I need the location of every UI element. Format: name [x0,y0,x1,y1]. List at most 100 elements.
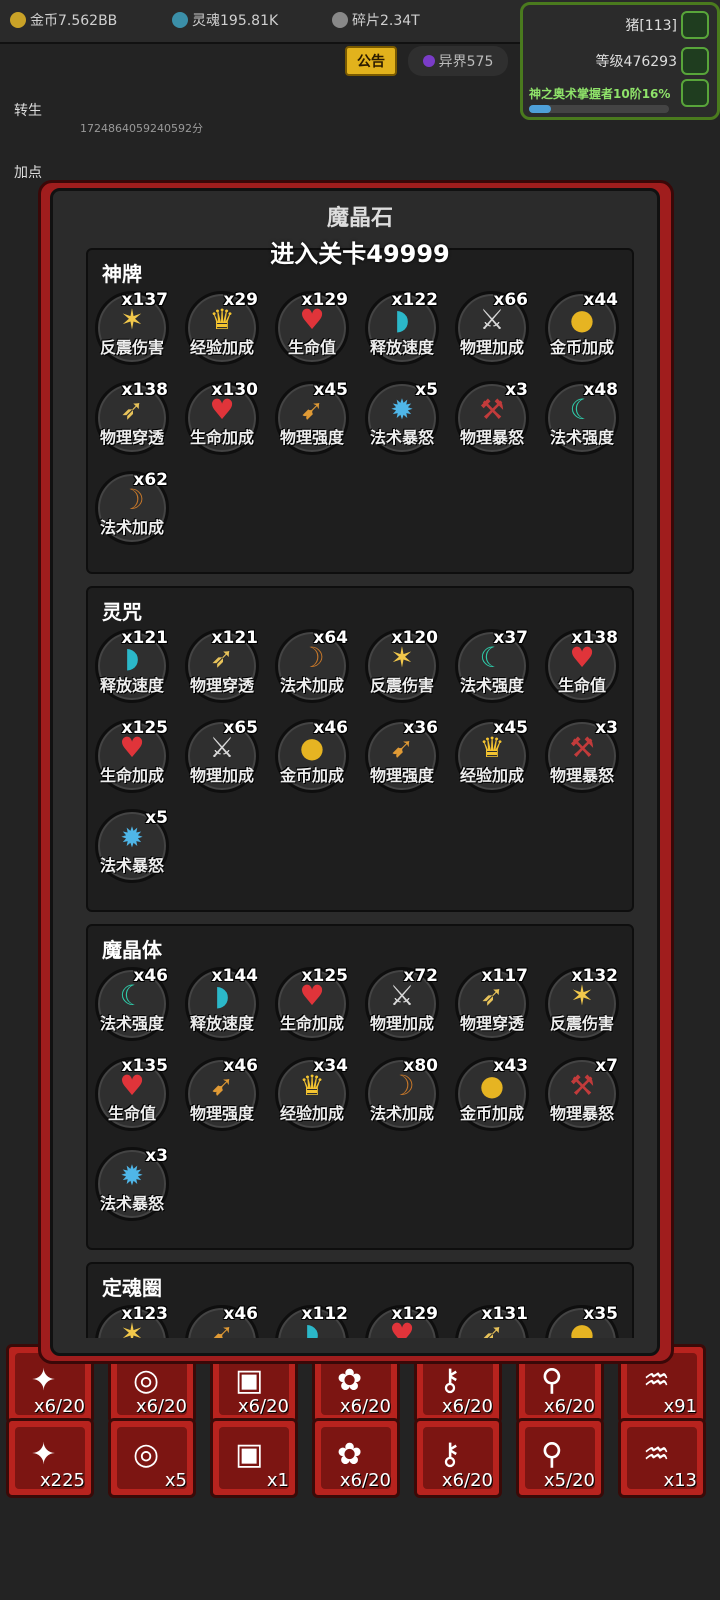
gem-item[interactable]: ♛ x29 经验加成 [182,288,262,368]
gem-item[interactable]: ☽ x62 法术加成 [92,468,172,548]
gem-item[interactable]: ✶x123反震伤害 [92,1302,172,1338]
gem-item[interactable]: ◗x112释放速度 [272,1302,352,1338]
gem-item[interactable]: ♥x129生命加成 [362,1302,442,1338]
gem-item[interactable]: ◗ x121 释放速度 [92,626,172,706]
gem-item[interactable]: ☾ x46 法术强度 [92,964,172,1044]
gem-item[interactable]: ☽ x80 法术加成 [362,1054,442,1134]
gem-item[interactable]: ☽ x64 法术加成 [272,626,352,706]
gem-count: x7 [595,1056,618,1076]
gem-item[interactable]: ➶ x121 物理穿透 [182,626,262,706]
gem-item[interactable]: ● x43 金币加成 [452,1054,532,1134]
gem-item[interactable]: ✹ x5 法术暴怒 [362,378,442,458]
gem-label: 物理强度 [279,428,344,447]
gem-item[interactable]: ♥ x125 生命加成 [272,964,352,1044]
inventory-slot[interactable]: ✿ x6/20 [312,1418,400,1498]
gem-count: x29 [223,290,258,310]
gem-item[interactable]: ✶ x120 反震伤害 [362,626,442,706]
gem-item[interactable]: ●x35金币加成 [542,1302,622,1338]
gem-item[interactable]: ♛ x45 经验加成 [452,716,532,796]
gem-item[interactable]: ➶ x117 物理穿透 [452,964,532,1044]
gem-label: 物理暴怒 [549,1104,614,1123]
realm-button[interactable]: 异界575 [408,46,508,76]
gem-item[interactable]: ✹ x5 法术暴怒 [92,806,172,886]
gem-label: 物理暴怒 [549,766,614,785]
gem-item[interactable]: ● x46 金币加成 [272,716,352,796]
add-points-button[interactable]: 加点 [14,162,42,182]
inventory-slot[interactable]: ⚲ x5/20 [516,1418,604,1498]
gem-item[interactable]: ◗ x122 释放速度 [362,288,442,368]
slot-count: x13 [663,1470,697,1491]
item-icon: ⚲ [541,1437,563,1472]
gem-count: x131 [481,1304,528,1324]
inventory-slot[interactable]: ◎ x5 [108,1418,196,1498]
gem-item[interactable]: ⚒ x3 物理暴怒 [452,378,532,458]
modal-title: 魔晶石 [326,206,393,231]
gem-item[interactable]: ➹x46物理强度 [182,1302,262,1338]
section-0: 神牌 ✶ x137 反震伤害 ♛ x29 经验加成 ♥ x129 生命值 ◗ x122 释放速度 ⚔ x66… [86,248,634,574]
gem-item[interactable]: ⚒ x7 物理暴怒 [542,1054,622,1134]
gem-item[interactable]: ➹ x45 物理强度 [272,378,352,458]
gem-count: x65 [223,718,258,738]
gem-count: x112 [301,1304,348,1324]
gem-item[interactable]: ♥ x130 生命加成 [182,378,262,458]
feather-icon [681,11,709,39]
stage-banner: 进入关卡49999 [270,240,450,268]
gem-item[interactable]: ♥ x138 生命值 [542,626,622,706]
gem-label: 经验加成 [189,338,254,357]
inventory-slot[interactable]: ♒ x13 [618,1418,706,1498]
gem-count: x123 [121,1304,168,1324]
title-progress-bar [529,105,669,113]
gem-label: 反震伤害 [369,676,434,695]
item-icon: ♒ [643,1437,670,1472]
gem-count: x3 [595,718,618,738]
gem-item[interactable]: ➶ x138 物理穿透 [92,378,172,458]
inventory-slot[interactable]: ▣ x1 [210,1418,298,1498]
gold-counter: 金币7.562BB [10,10,117,30]
gem-item[interactable]: ☾ x37 法术强度 [452,626,532,706]
gem-item[interactable]: ➹ x36 物理强度 [362,716,442,796]
shard-counter: 碎片2.34T [332,10,420,30]
gem-item[interactable]: ● x44 金币加成 [542,288,622,368]
player-profile[interactable]: 猪[113] 等级476293 神之奥术掌握者10阶16% [520,2,720,120]
item-icon: ✦ [31,1437,57,1472]
gem-count: x135 [121,1056,168,1076]
gem-item[interactable]: ✹ x3 法术暴怒 [92,1144,172,1224]
gem-item[interactable]: ♛ x34 经验加成 [272,1054,352,1134]
inventory-slot[interactable]: ✦ x225 [6,1418,94,1498]
inventory-row-2: ✦ x225 ◎ x5 ▣ x1 ✿ x6/20 ⚷ x6/20 ⚲ x5/20 ♒ x13 [0,1414,720,1504]
rebirth-button[interactable]: 转生 [14,100,42,120]
gem-item[interactable]: ♥ x125 生命加成 [92,716,172,796]
gem-label: 物理加成 [189,766,254,785]
gem-count: x5 [415,380,438,400]
gem-label: 金币加成 [459,1104,524,1123]
gem-item[interactable]: ⚔ x72 物理加成 [362,964,442,1044]
slot-count: x225 [39,1470,85,1491]
gem-item[interactable]: ⚒ x3 物理暴怒 [542,716,622,796]
item-icon: ◎ [133,1437,160,1472]
gem-list[interactable]: 神牌 ✶ x137 反震伤害 ♛ x29 经验加成 ♥ x129 生命值 ◗ x122 释放速度 ⚔ x66… [86,248,634,1338]
notice-button[interactable]: 公告 [345,46,397,76]
slot-count: x5 [164,1470,187,1491]
gem-item[interactable]: ➹x46物理强度 [182,1054,262,1134]
gem-label: 释放速度 [369,338,434,357]
gem-item[interactable]: ➶x131物理穿透 [452,1302,532,1338]
slot-count: x6/20 [339,1470,391,1491]
gem-count: x46 [313,718,348,738]
gem-item[interactable]: ✶ x132 反震伤害 [542,964,622,1044]
inventory-slot[interactable]: ⚷ x6/20 [414,1418,502,1498]
gem-label: 法术加成 [99,518,164,537]
gem-count: x3 [505,380,528,400]
slot-count: x1 [266,1470,289,1491]
gem-item[interactable]: ☾ x48 法术强度 [542,378,622,458]
gem-item[interactable]: ♥ x129 生命值 [272,288,352,368]
gem-count: x121 [121,628,168,648]
item-icon: ✿ [337,1363,363,1398]
gem-item[interactable]: ⚔ x66 物理加成 [452,288,532,368]
section-2: 魔晶体 ☾ x46 法术强度 ◗ x144 释放速度 ♥ x125 生命加成 ⚔ x72 物理加成 ➶ x1… [86,924,634,1250]
gem-item[interactable]: ✶ x137 反震伤害 [92,288,172,368]
gem-item[interactable]: ⚔ x65 物理加成 [182,716,262,796]
gem-item[interactable]: ◗ x144 释放速度 [182,964,262,1044]
section-title: 灵咒 [102,600,142,624]
gem-label: 生命加成 [189,428,254,447]
gem-item[interactable]: ♥ x135 生命值 [92,1054,172,1134]
